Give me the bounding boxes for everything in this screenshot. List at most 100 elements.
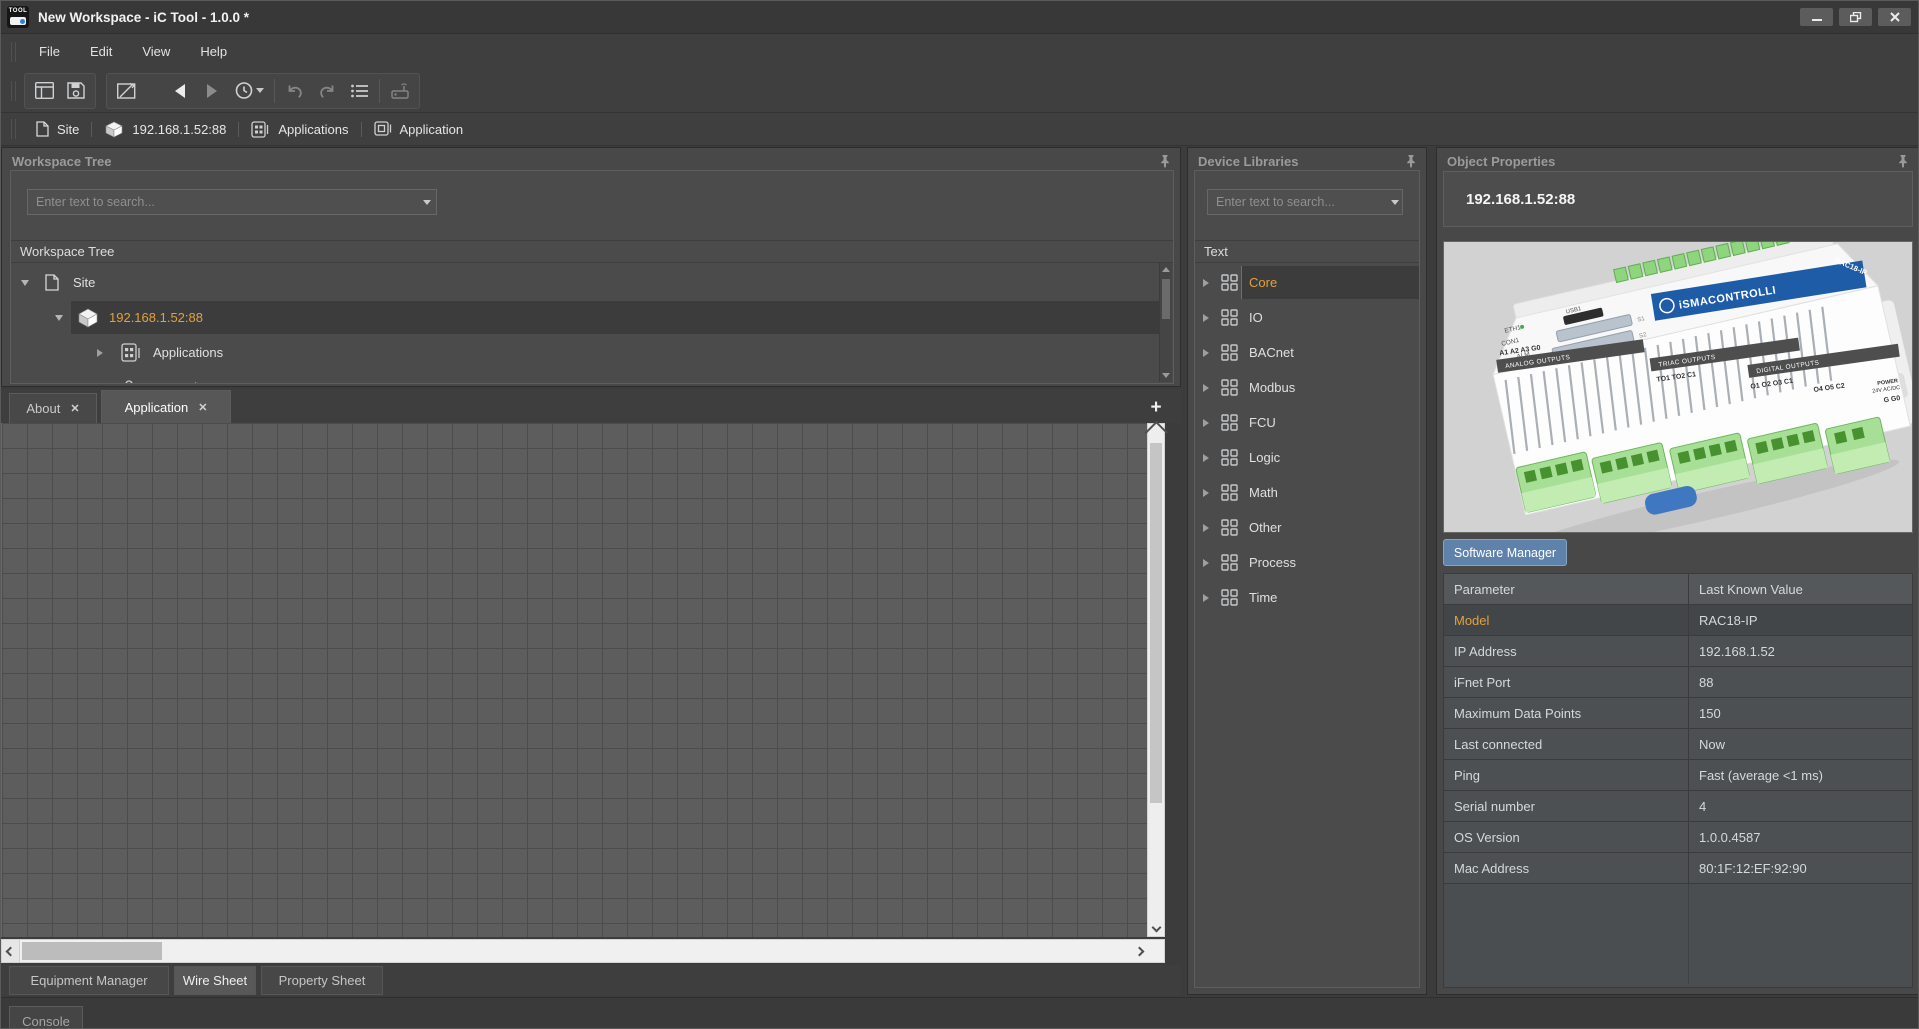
device-discovery-button[interactable] <box>384 76 416 106</box>
menu-item-view[interactable]: View <box>127 44 185 59</box>
wiresheet-button[interactable] <box>110 76 142 106</box>
scroll-down-icon[interactable] <box>1148 919 1164 936</box>
scroll-up-icon[interactable] <box>1148 424 1164 441</box>
library-row-time[interactable]: Time <box>1195 580 1419 615</box>
library-grid-icon <box>1221 265 1238 300</box>
pin-icon[interactable] <box>1160 154 1170 168</box>
table-row-last-connected[interactable]: Last connected Now <box>1444 729 1912 760</box>
close-tab-icon[interactable]: ✕ <box>70 402 79 415</box>
app-window: TOOL New Workspace - iC Tool - 1.0.0 * F… <box>0 0 1919 1029</box>
tree-row-networks[interactable]: Networks <box>11 370 1159 383</box>
table-row-model[interactable]: Model RAC18-IP <box>1444 605 1912 636</box>
menu-grip[interactable] <box>11 42 16 62</box>
library-row-io[interactable]: IO <box>1195 300 1419 335</box>
table-row-max-data-points[interactable]: Maximum Data Points 150 <box>1444 698 1912 729</box>
workspace-tree-scrollbar[interactable] <box>1159 263 1172 382</box>
library-grid-icon <box>1221 370 1238 405</box>
redo-button[interactable] <box>311 76 343 106</box>
library-row-bacnet[interactable]: BACnet <box>1195 335 1419 370</box>
table-row-ifnet-port[interactable]: iFnet Port 88 <box>1444 667 1912 698</box>
tree-row-applications[interactable]: Applications <box>11 335 1159 370</box>
library-row-logic[interactable]: Logic <box>1195 440 1419 475</box>
close-button[interactable] <box>1878 8 1911 26</box>
library-column-header[interactable]: Text <box>1195 240 1419 263</box>
menu-item-help[interactable]: Help <box>185 44 242 59</box>
expander-closed-icon[interactable] <box>1203 335 1209 370</box>
pin-icon[interactable] <box>1898 154 1908 168</box>
expander-closed-icon[interactable] <box>1203 440 1209 475</box>
table-row-ping[interactable]: Ping Fast (average <1 ms) <box>1444 760 1912 791</box>
scroll-up-icon[interactable] <box>1160 263 1172 276</box>
navigate-forward-button[interactable] <box>196 76 228 106</box>
tab-property-sheet[interactable]: Property Sheet <box>261 966 383 995</box>
library-row-core[interactable]: Core <box>1195 265 1419 300</box>
search-dropdown-button[interactable] <box>1385 200 1402 205</box>
workspace-tree-column-header[interactable]: Workspace Tree <box>11 240 1173 263</box>
toolbar-grip[interactable] <box>11 81 16 101</box>
canvas-horizontal-scrollbar[interactable] <box>1 939 1165 963</box>
expander-closed-icon[interactable] <box>1203 370 1209 405</box>
library-row-modbus[interactable]: Modbus <box>1195 370 1419 405</box>
expander-closed-icon[interactable] <box>1203 300 1209 335</box>
expander-closed-icon[interactable] <box>1203 510 1209 545</box>
undo-button[interactable] <box>279 76 311 106</box>
library-search-input[interactable] <box>1208 190 1385 214</box>
expander-closed-icon[interactable] <box>1203 580 1209 615</box>
history-button[interactable] <box>228 76 270 106</box>
scroll-left-icon[interactable] <box>2 940 20 962</box>
workspace-search-input[interactable] <box>28 190 416 214</box>
menu-item-edit[interactable]: Edit <box>75 44 127 59</box>
action-list-button[interactable] <box>343 76 375 106</box>
expander-closed-icon[interactable] <box>97 370 103 383</box>
breadcrumb-item-applications[interactable]: Applications <box>239 121 360 138</box>
minimize-button[interactable] <box>1800 8 1833 26</box>
expander-closed-icon[interactable] <box>1203 545 1209 580</box>
tab-equipment-manager[interactable]: Equipment Manager <box>9 966 169 995</box>
properties-table: Parameter Last Known Value Model RAC18-I… <box>1443 573 1913 988</box>
application-icon <box>374 121 392 137</box>
tab-application[interactable]: Application ✕ <box>101 390 231 423</box>
tab-about[interactable]: About ✕ <box>9 393 97 423</box>
close-tab-icon[interactable]: ✕ <box>198 401 207 414</box>
new-tab-button[interactable]: + <box>1145 397 1167 419</box>
table-row-serial-number[interactable]: Serial number 4 <box>1444 791 1912 822</box>
library-row-other[interactable]: Other <box>1195 510 1419 545</box>
pin-icon[interactable] <box>1406 154 1416 168</box>
wire-sheet-canvas[interactable] <box>1 423 1147 937</box>
scrollbar-thumb[interactable] <box>1162 279 1170 319</box>
table-row-os-version[interactable]: OS Version 1.0.0.4587 <box>1444 822 1912 853</box>
canvas-vertical-scrollbar[interactable] <box>1147 423 1165 937</box>
table-row-ip-address[interactable]: IP Address 192.168.1.52 <box>1444 636 1912 667</box>
software-manager-button[interactable]: Software Manager <box>1443 539 1567 566</box>
library-grid-icon <box>1221 510 1238 545</box>
breadcrumb-item-device[interactable]: 192.168.1.52:88 <box>92 120 238 138</box>
scroll-right-icon[interactable] <box>1130 940 1148 962</box>
tree-row-device[interactable]: 192.168.1.52:88 <box>11 300 1159 335</box>
restore-button[interactable] <box>1839 8 1872 26</box>
expander-closed-icon[interactable] <box>97 335 103 370</box>
library-row-fcu[interactable]: FCU <box>1195 405 1419 440</box>
scroll-down-icon[interactable] <box>1160 369 1172 382</box>
breadcrumb-grip[interactable] <box>11 119 16 139</box>
search-dropdown-button[interactable] <box>416 200 436 205</box>
tab-wire-sheet[interactable]: Wire Sheet <box>174 966 256 995</box>
workspace-layout-button[interactable] <box>28 76 60 106</box>
expander-closed-icon[interactable] <box>1203 405 1209 440</box>
navigate-back-button[interactable] <box>164 76 196 106</box>
expander-open-icon[interactable] <box>21 265 29 300</box>
console-button[interactable]: Console <box>9 1006 83 1029</box>
scrollbar-thumb[interactable] <box>1150 443 1162 803</box>
library-row-process[interactable]: Process <box>1195 545 1419 580</box>
expander-closed-icon[interactable] <box>1203 265 1209 300</box>
expander-closed-icon[interactable] <box>1203 475 1209 510</box>
table-row-mac-address[interactable]: Mac Address 80:1F:12:EF:92:90 <box>1444 853 1912 884</box>
expander-open-icon[interactable] <box>55 300 63 335</box>
scrollbar-thumb[interactable] <box>22 942 162 960</box>
history-dropdown-caret <box>256 88 264 93</box>
menu-item-file[interactable]: File <box>24 44 75 59</box>
breadcrumb-item-site[interactable]: Site <box>24 121 91 137</box>
breadcrumb-item-application[interactable]: Application <box>362 121 476 137</box>
tree-row-site[interactable]: Site <box>11 265 1159 300</box>
library-row-math[interactable]: Math <box>1195 475 1419 510</box>
save-workspace-button[interactable] <box>60 76 92 106</box>
